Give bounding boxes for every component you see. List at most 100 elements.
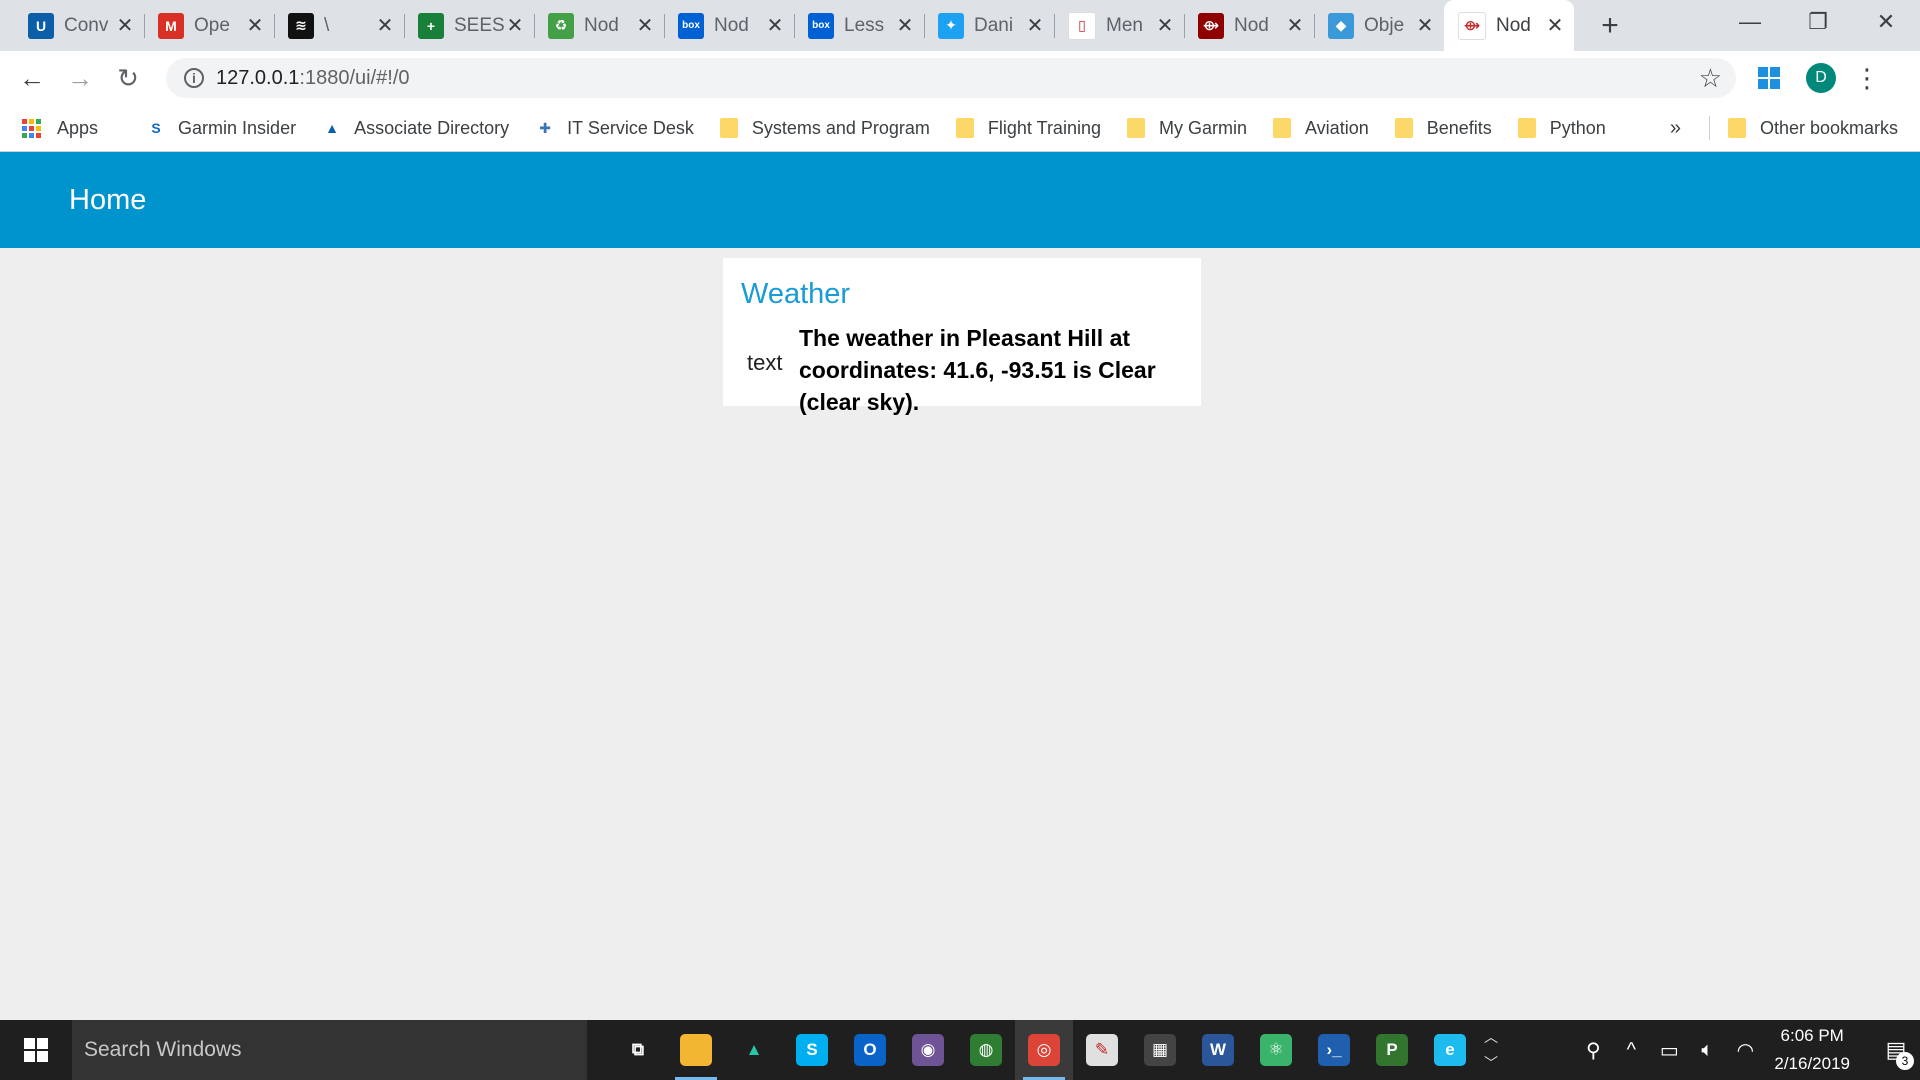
close-tab-icon[interactable]: ✕ bbox=[116, 13, 134, 38]
people-icon[interactable]: ⚲ bbox=[1574, 1038, 1612, 1063]
close-tab-icon[interactable]: ✕ bbox=[636, 13, 654, 38]
bookmark-label: Benefits bbox=[1426, 117, 1492, 138]
close-window-button[interactable]: ✕ bbox=[1852, 0, 1920, 44]
taskbar-app[interactable]: ◎ bbox=[1015, 1020, 1073, 1080]
close-tab-icon[interactable]: ✕ bbox=[1156, 13, 1174, 38]
text-widget-value: The weather in Pleasant Hill at coordina… bbox=[799, 325, 1156, 415]
bookmark-apps[interactable]: Apps bbox=[22, 118, 98, 139]
taskbar-app[interactable]: S bbox=[783, 1020, 841, 1080]
windows-extension-icon[interactable] bbox=[1758, 67, 1780, 89]
kebab-menu-icon[interactable]: ⋮ bbox=[1854, 63, 1880, 94]
bookmark-label: IT Service Desk bbox=[567, 117, 694, 138]
card-title: Weather bbox=[741, 278, 851, 310]
browser-tab[interactable]: ◆ Obje ✕ bbox=[1314, 0, 1444, 51]
close-tab-icon[interactable]: ✕ bbox=[246, 13, 264, 38]
close-tab-icon[interactable]: ✕ bbox=[1026, 13, 1044, 38]
taskbar-app[interactable]: ▦ bbox=[1131, 1020, 1189, 1080]
more-bookmarks-button[interactable]: » bbox=[1670, 117, 1681, 140]
reload-button[interactable]: ↻ bbox=[104, 54, 152, 102]
taskbar-app[interactable]: ▬ bbox=[667, 1020, 725, 1080]
recycle-icon: ♻ bbox=[548, 12, 574, 39]
bookmark-item[interactable]: ✚ IT Service Desk bbox=[535, 118, 694, 139]
chevron-up-icon[interactable]: ︿ bbox=[1484, 1024, 1498, 1050]
chevron-up-tray-icon[interactable]: ^ bbox=[1612, 1039, 1650, 1062]
twitter-icon: ✦ bbox=[938, 12, 964, 39]
browser-tab[interactable]: ✦ Dani ✕ bbox=[924, 0, 1054, 51]
taskbar-app[interactable]: ◉ bbox=[899, 1020, 957, 1080]
taskbar-app[interactable]: ›_ bbox=[1305, 1020, 1363, 1080]
tab-title: Men bbox=[1106, 14, 1143, 36]
bookmark-item[interactable]: Aviation bbox=[1273, 118, 1369, 139]
clock-date: 2/16/2019 bbox=[1774, 1054, 1850, 1073]
taskbar-app[interactable]: ◍ bbox=[957, 1020, 1015, 1080]
new-tab-button[interactable]: + bbox=[1586, 0, 1634, 51]
close-tab-icon[interactable]: ✕ bbox=[1546, 13, 1564, 38]
wifi-icon[interactable]: ◠ bbox=[1726, 1038, 1764, 1063]
clock[interactable]: 6:06 PM 2/16/2019 bbox=[1774, 1022, 1850, 1078]
taskbar-app[interactable]: e bbox=[1421, 1020, 1479, 1080]
back-button[interactable]: ← bbox=[8, 54, 56, 102]
bookmark-star-icon[interactable]: ☆ bbox=[1699, 63, 1722, 94]
browser-tab[interactable]: U Conv ✕ bbox=[14, 0, 144, 51]
url-host: 127.0.0.1 bbox=[216, 66, 300, 89]
close-tab-icon[interactable]: ✕ bbox=[506, 13, 524, 38]
tab-title: \ bbox=[324, 14, 330, 36]
browser-tab[interactable]: ≋ \ ✕ bbox=[274, 0, 404, 51]
folder-icon bbox=[1273, 118, 1291, 138]
close-tab-icon[interactable]: ✕ bbox=[896, 13, 914, 38]
tab-title: Dani bbox=[974, 14, 1014, 36]
taskbar-app[interactable]: ▲ bbox=[725, 1020, 783, 1080]
taskbar-app[interactable]: ⚛ bbox=[1247, 1020, 1305, 1080]
bookmark-label: Flight Training bbox=[987, 117, 1101, 138]
info-icon[interactable]: i bbox=[184, 68, 204, 88]
bookmark-item[interactable]: Systems and Program bbox=[719, 118, 930, 139]
box-icon: box bbox=[678, 12, 704, 39]
battery-icon[interactable]: ▭ bbox=[1650, 1038, 1688, 1063]
bookmark-item[interactable]: S Garmin Insider bbox=[146, 118, 296, 139]
browser-tab[interactable]: box Nod ✕ bbox=[664, 0, 794, 51]
tab-title: Nod bbox=[1234, 14, 1269, 36]
bookmark-item[interactable]: Flight Training bbox=[955, 117, 1101, 139]
taskbar-scroll[interactable]: ︿ ﹀ bbox=[1479, 1024, 1503, 1076]
ie-icon: e bbox=[1434, 1034, 1466, 1066]
taskbar-app[interactable]: ⧉ bbox=[609, 1020, 667, 1080]
sharepoint-icon: S bbox=[151, 120, 161, 136]
close-tab-icon[interactable]: ✕ bbox=[766, 13, 784, 38]
bookmark-label: Python bbox=[1549, 117, 1606, 138]
bookmark-item[interactable]: ▲ Associate Directory bbox=[322, 118, 509, 139]
browser-tab[interactable]: ♻ Nod ✕ bbox=[534, 0, 664, 51]
browser-tab[interactable]: box Less ✕ bbox=[794, 0, 924, 51]
profile-avatar[interactable]: D bbox=[1806, 63, 1836, 93]
browser-tab[interactable]: M Ope ✕ bbox=[144, 0, 274, 51]
volume-icon[interactable]: 🔈︎ bbox=[1688, 1039, 1726, 1062]
calculator-icon: ▦ bbox=[1144, 1034, 1176, 1066]
restore-button[interactable]: ❐ bbox=[1784, 0, 1852, 44]
close-tab-icon[interactable]: ✕ bbox=[1286, 13, 1304, 38]
browser-tab[interactable]: ⟴ Nod ✕ bbox=[1184, 0, 1314, 51]
chevron-down-icon[interactable]: ﹀ bbox=[1484, 1050, 1498, 1076]
taskbar-app[interactable]: W bbox=[1189, 1020, 1247, 1080]
close-tab-icon[interactable]: ✕ bbox=[376, 13, 394, 38]
word-icon: W bbox=[1202, 1034, 1234, 1066]
minimize-button[interactable]: — bbox=[1716, 0, 1784, 44]
browser-tab[interactable]: + SEES ✕ bbox=[404, 0, 534, 51]
bookmark-label: My Garmin bbox=[1158, 117, 1247, 138]
other-bookmarks[interactable]: Other bookmarks bbox=[1727, 118, 1898, 139]
bookmark-item[interactable]: Benefits bbox=[1394, 117, 1492, 139]
close-tab-icon[interactable]: ✕ bbox=[1416, 13, 1434, 38]
taskbar-search-input[interactable]: Search Windows bbox=[72, 1020, 587, 1080]
action-center-button[interactable]: ▤ 3 bbox=[1872, 1020, 1920, 1080]
node-red-icon: ⟴ bbox=[1458, 11, 1486, 40]
taskbar-app[interactable]: O bbox=[841, 1020, 899, 1080]
browser-tab[interactable]: ▯ Men ✕ bbox=[1054, 0, 1184, 51]
bookmark-item[interactable]: My Garmin bbox=[1126, 117, 1247, 139]
address-bar[interactable]: i 127.0.0.1:1880/ui/#!/0 ☆ bbox=[166, 58, 1736, 98]
browser-tab[interactable]: ⟴ Nod ✕ bbox=[1444, 0, 1574, 51]
github-icon: ◉ bbox=[912, 1034, 944, 1066]
taskbar-app[interactable]: P bbox=[1363, 1020, 1421, 1080]
dashboard-header: Home bbox=[0, 152, 1920, 248]
taskbar-app[interactable]: ✎ bbox=[1073, 1020, 1131, 1080]
forward-button[interactable]: → bbox=[56, 54, 104, 102]
bookmark-item[interactable]: Python bbox=[1517, 117, 1606, 139]
start-button[interactable] bbox=[0, 1020, 72, 1080]
